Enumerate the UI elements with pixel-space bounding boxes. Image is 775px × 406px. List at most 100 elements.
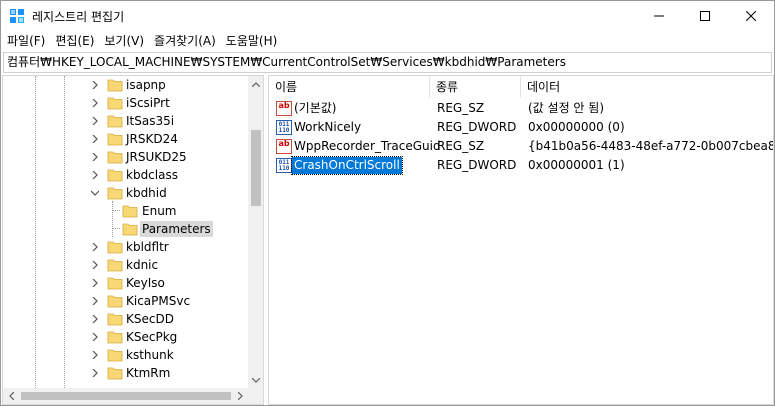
tree-item-iscsiprt[interactable]: iScsiPrt bbox=[3, 94, 243, 112]
tree-item-label: KSecDD bbox=[126, 312, 174, 326]
scrollbar-corner bbox=[248, 388, 263, 404]
value-name: CrashOnCtrlScroll bbox=[291, 156, 403, 175]
maximize-button[interactable] bbox=[682, 1, 728, 31]
tree-item-kbdhid[interactable]: kbdhid bbox=[3, 184, 243, 202]
tree-vertical-scrollbar[interactable] bbox=[248, 76, 263, 388]
tree-item-enum[interactable]: Enum bbox=[3, 202, 243, 220]
value-name: (기본값) bbox=[294, 101, 337, 115]
chevron-right-icon[interactable] bbox=[91, 279, 99, 287]
tree-item-kicapmsvc[interactable]: KicaPMSvc bbox=[3, 292, 243, 310]
folder-icon bbox=[107, 277, 123, 290]
scroll-up-button[interactable] bbox=[248, 76, 263, 92]
scroll-right-button[interactable] bbox=[232, 388, 248, 404]
tree-item-label: kdnic bbox=[126, 258, 159, 272]
chevron-down-icon bbox=[252, 377, 260, 383]
value-name: WorkNicely bbox=[294, 120, 362, 134]
chevron-right-icon[interactable] bbox=[91, 153, 99, 161]
folder-icon bbox=[107, 133, 123, 146]
chevron-up-icon bbox=[252, 81, 260, 87]
tree-item-ktmrm[interactable]: KtmRm bbox=[3, 364, 243, 382]
tree-item-label: KicaPMSvc bbox=[126, 294, 191, 308]
chevron-down-icon[interactable] bbox=[91, 189, 99, 197]
tree-item-kdnic[interactable]: kdnic bbox=[3, 256, 243, 274]
chevron-right-icon[interactable] bbox=[91, 99, 99, 107]
tree-item-kbldfltr[interactable]: kbldfltr bbox=[3, 238, 243, 256]
tree-item-ksthunk[interactable]: ksthunk bbox=[3, 346, 243, 364]
column-header-type[interactable]: 종류 bbox=[430, 76, 521, 98]
chevron-right-icon[interactable] bbox=[91, 315, 99, 323]
value-data: (값 설정 안 됨) bbox=[528, 101, 605, 115]
tree-item-jrskd24[interactable]: JRSKD24 bbox=[3, 130, 243, 148]
title-bar[interactable]: 레지스트리 편집기 bbox=[1, 1, 774, 31]
chevron-right-icon[interactable] bbox=[91, 81, 99, 89]
tree-item-label: kbldfltr bbox=[126, 240, 169, 254]
folder-icon bbox=[107, 367, 123, 380]
tree-item-label: Enum bbox=[142, 204, 177, 218]
folder-icon bbox=[107, 241, 123, 254]
scroll-down-button[interactable] bbox=[248, 372, 263, 388]
tree-item-parameters[interactable]: Parameters bbox=[3, 220, 243, 238]
tree-item-label: Parameters bbox=[140, 221, 213, 237]
chevron-right-icon[interactable] bbox=[91, 297, 99, 305]
value-data: 0x00000001 (1) bbox=[528, 158, 625, 172]
chevron-right-icon[interactable] bbox=[91, 369, 99, 377]
tree-item-label: isapnp bbox=[126, 78, 166, 92]
menu-bar: 파일(F) 편집(E) 보기(V) 즐겨찾기(A) 도움말(H) bbox=[1, 31, 774, 51]
tree-item-label: kbdclass bbox=[126, 168, 178, 182]
value-row-selected[interactable]: 011 110 CrashOnCtrlScroll REG_DWORD 0x000… bbox=[269, 156, 773, 175]
chevron-right-icon[interactable] bbox=[91, 351, 99, 359]
tree-item-itsas35i[interactable]: ItSas35i bbox=[3, 112, 243, 130]
chevron-right-icon[interactable] bbox=[91, 135, 99, 143]
tree-item-ksecpkg[interactable]: KSecPkg bbox=[3, 328, 243, 346]
chevron-right-icon[interactable] bbox=[91, 171, 99, 179]
menu-file[interactable]: 파일(F) bbox=[1, 31, 49, 51]
address-bar[interactable]: 컴퓨터₩HKEY_LOCAL_MACHINE₩SYSTEM₩CurrentCon… bbox=[3, 52, 772, 73]
tree-item-label: ksthunk bbox=[126, 348, 174, 362]
column-header-data[interactable]: 데이터 bbox=[521, 76, 773, 98]
chevron-right-icon[interactable] bbox=[91, 117, 99, 125]
tree-item-keyiso[interactable]: KeyIso bbox=[3, 274, 243, 292]
menu-help[interactable]: 도움말(H) bbox=[222, 31, 282, 51]
string-value-icon: ab bbox=[276, 139, 292, 154]
scroll-left-button[interactable] bbox=[3, 388, 19, 404]
tree-item-jrsukd25[interactable]: JRSUKD25 bbox=[3, 148, 243, 166]
folder-icon bbox=[107, 313, 123, 326]
folder-icon bbox=[107, 97, 123, 110]
folder-icon bbox=[122, 223, 138, 236]
chevron-right-icon bbox=[237, 392, 243, 400]
tree-vertical-scroll-thumb[interactable] bbox=[251, 130, 261, 206]
value-name: WppRecorder_TraceGuid bbox=[294, 139, 441, 153]
minimize-icon bbox=[654, 15, 664, 17]
tree-horizontal-scroll-thumb[interactable] bbox=[21, 392, 231, 400]
menu-favorites[interactable]: 즐겨찾기(A) bbox=[150, 31, 220, 51]
registry-editor-window: 레지스트리 편집기 파일(F) 편집(E) 보기(V) 즐겨찾기(A) 도움말(… bbox=[0, 0, 775, 406]
folder-icon bbox=[107, 151, 123, 164]
tree-horizontal-scrollbar[interactable] bbox=[3, 388, 248, 404]
folder-icon bbox=[107, 187, 123, 200]
registry-app-icon bbox=[10, 9, 24, 23]
dword-value-icon: 011 110 bbox=[276, 158, 292, 173]
values-pane: 이름 종류 데이터 ab (기본값) REG_SZ (값 설정 안 됨) 011… bbox=[268, 75, 774, 405]
value-row[interactable]: ab (기본값) REG_SZ (값 설정 안 됨) bbox=[269, 99, 773, 118]
tree-item-kbdclass[interactable]: kbdclass bbox=[3, 166, 243, 184]
chevron-right-icon[interactable] bbox=[91, 261, 99, 269]
minimize-button[interactable] bbox=[636, 1, 682, 31]
value-type: REG_SZ bbox=[437, 101, 485, 115]
tree-item-label: ItSas35i bbox=[126, 114, 175, 128]
folder-icon bbox=[107, 259, 123, 272]
value-data: 0x00000000 (0) bbox=[528, 120, 625, 134]
close-button[interactable] bbox=[728, 1, 774, 31]
value-row[interactable]: 011 110 WorkNicely REG_DWORD 0x00000000 (… bbox=[269, 118, 773, 137]
folder-icon bbox=[107, 349, 123, 362]
string-value-icon: ab bbox=[276, 101, 292, 116]
menu-view[interactable]: 보기(V) bbox=[100, 31, 148, 51]
menu-edit[interactable]: 편집(E) bbox=[51, 31, 98, 51]
tree-item-isapnp[interactable]: isapnp bbox=[3, 76, 243, 94]
value-row[interactable]: ab WppRecorder_TraceGuid REG_SZ {b41b0a5… bbox=[269, 137, 773, 156]
chevron-right-icon[interactable] bbox=[91, 333, 99, 341]
tree-item-ksecdd[interactable]: KSecDD bbox=[3, 310, 243, 328]
window-title: 레지스트리 편집기 bbox=[32, 10, 125, 24]
chevron-right-icon[interactable] bbox=[91, 243, 99, 251]
column-header-name[interactable]: 이름 bbox=[269, 76, 430, 98]
folder-icon bbox=[107, 169, 123, 182]
